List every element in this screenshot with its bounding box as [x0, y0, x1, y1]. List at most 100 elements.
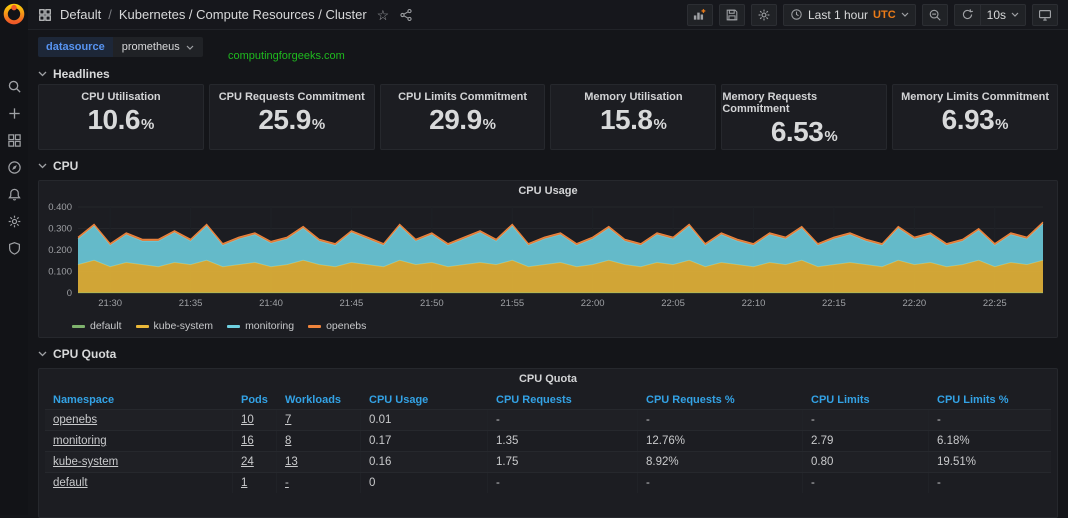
table-cell: - — [638, 410, 803, 430]
stat-panel-memory-utilisation[interactable]: Memory Utilisation 15.8% — [550, 84, 716, 150]
table-cell[interactable]: 8 — [277, 431, 361, 451]
cpu-quota-panel: CPU Quota NamespacePodsWorkloadsCPU Usag… — [38, 368, 1058, 518]
legend-label: monitoring — [245, 320, 294, 332]
create-plus-icon[interactable] — [7, 106, 22, 121]
breadcrumb-dashboard-title[interactable]: Kubernetes / Compute Resources / Cluster — [119, 7, 367, 22]
star-icon[interactable]: ☆ — [377, 8, 390, 22]
svg-text:22:10: 22:10 — [742, 298, 766, 309]
stat-panel-cpu-limits-commitment[interactable]: CPU Limits Commitment 29.9% — [380, 84, 546, 150]
column-header-pods[interactable]: Pods — [233, 394, 277, 406]
configuration-gear-icon[interactable] — [7, 214, 22, 229]
table-cell[interactable]: 16 — [233, 431, 277, 451]
stat-value: 15.8% — [600, 104, 667, 136]
share-icon[interactable] — [399, 8, 413, 22]
explore-compass-icon[interactable] — [7, 160, 22, 175]
column-header-cpu-limits[interactable]: CPU Limits — [803, 394, 929, 406]
refresh-interval-picker[interactable]: 10s — [980, 4, 1026, 26]
table-cell: - — [488, 473, 638, 493]
legend-color-dash — [136, 325, 149, 328]
legend-item-openebs[interactable]: openebs — [308, 320, 366, 332]
table-header-row: NamespacePodsWorkloadsCPU UsageCPU Reque… — [45, 391, 1051, 409]
chevron-down-icon — [901, 12, 909, 17]
svg-text:21:45: 21:45 — [340, 298, 364, 309]
time-range-picker[interactable]: Last 1 hour UTC — [783, 4, 916, 26]
datasource-variable-value[interactable]: prometheus — [113, 37, 203, 57]
stat-title: Memory Limits Commitment — [901, 91, 1049, 103]
column-header-namespace[interactable]: Namespace — [45, 394, 233, 406]
chevron-down-icon — [38, 71, 47, 77]
dashboard-submenu: datasource prometheus — [28, 30, 1068, 61]
grafana-logo[interactable] — [3, 3, 25, 25]
svg-text:22:00: 22:00 — [581, 298, 605, 309]
section-header-cpu-quota[interactable]: CPU Quota — [38, 343, 1058, 364]
time-range-label: Last 1 hour — [808, 8, 868, 22]
left-sidebar — [0, 0, 28, 515]
stat-title: Memory Utilisation — [584, 91, 682, 103]
stat-panel-cpu-utilisation[interactable]: CPU Utilisation 10.6% — [38, 84, 204, 150]
svg-text:22:25: 22:25 — [983, 298, 1007, 309]
stat-value: 6.53% — [771, 116, 838, 148]
cpu-usage-panel-title[interactable]: CPU Usage — [44, 185, 1052, 201]
legend-color-dash — [227, 325, 240, 328]
stat-title: CPU Limits Commitment — [398, 91, 527, 103]
column-header-cpu-limits-[interactable]: CPU Limits % — [929, 394, 1051, 406]
dashboard-settings-button[interactable] — [751, 4, 777, 26]
cpu-usage-panel: CPU Usage 00.1000.2000.3000.40021:3021:3… — [38, 180, 1058, 338]
legend-item-monitoring[interactable]: monitoring — [227, 320, 294, 332]
chevron-down-icon — [186, 45, 194, 50]
legend-label: kube-system — [154, 320, 214, 332]
refresh-button[interactable] — [954, 4, 980, 26]
table-cell[interactable]: openebs — [45, 410, 233, 430]
svg-text:21:55: 21:55 — [500, 298, 524, 309]
legend-item-kube-system[interactable]: kube-system — [136, 320, 214, 332]
table-cell[interactable]: 10 — [233, 410, 277, 430]
table-cell[interactable]: monitoring — [45, 431, 233, 451]
cpu-usage-chart[interactable]: 00.1000.2000.3000.40021:3021:3521:4021:4… — [44, 201, 1050, 313]
table-cell[interactable]: 1 — [233, 473, 277, 493]
table-cell: 0 — [361, 473, 488, 493]
table-cell: 0.17 — [361, 431, 488, 451]
datasource-variable-label: datasource — [38, 37, 113, 57]
table-cell: - — [803, 473, 929, 493]
breadcrumb-separator: / — [108, 7, 112, 22]
zoom-out-time-button[interactable] — [922, 4, 948, 26]
cycle-view-mode-button[interactable] — [1032, 4, 1058, 26]
section-header-headlines[interactable]: Headlines — [38, 63, 1058, 84]
column-header-cpu-requests[interactable]: CPU Requests — [488, 394, 638, 406]
alerting-bell-icon[interactable] — [7, 187, 22, 202]
table-cell: 1.35 — [488, 431, 638, 451]
column-header-cpu-requests-[interactable]: CPU Requests % — [638, 394, 803, 406]
cpu-quota-panel-title[interactable]: CPU Quota — [45, 373, 1051, 389]
table-cell[interactable]: default — [45, 473, 233, 493]
stat-value: 25.9% — [258, 104, 325, 136]
search-icon[interactable] — [7, 79, 22, 94]
legend-color-dash — [72, 325, 85, 328]
server-admin-shield-icon[interactable] — [7, 241, 22, 256]
svg-text:0.100: 0.100 — [48, 267, 72, 278]
table-cell: - — [929, 473, 1051, 493]
table-row-default: default1-0---- — [45, 472, 1051, 493]
section-header-cpu[interactable]: CPU — [38, 155, 1058, 176]
table-cell[interactable]: kube-system — [45, 452, 233, 472]
table-cell[interactable]: 24 — [233, 452, 277, 472]
add-panel-button[interactable] — [687, 4, 713, 26]
dashboards-icon[interactable] — [7, 133, 22, 148]
stat-panel-cpu-requests-commitment[interactable]: CPU Requests Commitment 25.9% — [209, 84, 375, 150]
refresh-interval-label: 10s — [987, 8, 1006, 22]
table-cell: - — [488, 410, 638, 430]
save-dashboard-button[interactable] — [719, 4, 745, 26]
legend-item-default[interactable]: default — [72, 320, 122, 332]
table-cell[interactable]: 13 — [277, 452, 361, 472]
breadcrumb-folder[interactable]: Default — [60, 7, 101, 22]
table-cell: 8.92% — [638, 452, 803, 472]
stat-panel-memory-requests-commitment[interactable]: Memory Requests Commitment 6.53% — [721, 84, 887, 150]
table-cell[interactable]: 7 — [277, 410, 361, 430]
dashboard-grid-icon[interactable] — [38, 8, 52, 22]
svg-text:0.200: 0.200 — [48, 245, 72, 256]
column-header-workloads[interactable]: Workloads — [277, 394, 361, 406]
table-cell[interactable]: - — [277, 473, 361, 493]
stat-panel-memory-limits-commitment[interactable]: Memory Limits Commitment 6.93% — [892, 84, 1058, 150]
legend-label: default — [90, 320, 122, 332]
clock-icon — [790, 8, 803, 21]
column-header-cpu-usage[interactable]: CPU Usage — [361, 394, 488, 406]
